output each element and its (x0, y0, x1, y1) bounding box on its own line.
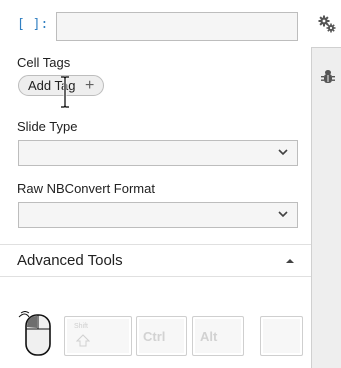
tab-property-inspector[interactable] (311, 0, 341, 48)
property-inspector-panel: [ ]: Cell Tags Add Tag + Slide Type Raw … (0, 0, 311, 368)
chevron-down-icon (278, 149, 288, 156)
gears-icon (318, 15, 336, 33)
blank-key (260, 316, 303, 356)
alt-key-label: Alt (200, 329, 218, 344)
ctrl-key-label: Ctrl (143, 329, 166, 344)
bug-icon (321, 70, 335, 83)
ctrl-key: Ctrl (136, 316, 187, 356)
cell-prompt-input[interactable] (56, 12, 298, 41)
caret-up-icon[interactable] (286, 258, 294, 263)
slide-type-select[interactable] (18, 140, 298, 166)
plus-icon[interactable]: + (85, 76, 94, 95)
shift-key-label: Shift (74, 323, 89, 330)
cell-tags-heading: Cell Tags (17, 55, 71, 70)
alt-key: Alt (192, 316, 244, 356)
chevron-down-icon (278, 211, 288, 218)
section-divider (0, 276, 311, 277)
raw-nbconvert-heading: Raw NBConvert Format (17, 181, 155, 196)
right-sidebar (311, 0, 341, 368)
advanced-tools-heading[interactable]: Advanced Tools (17, 252, 123, 269)
shift-arrow-icon (76, 334, 90, 347)
shift-key: Shift (64, 316, 132, 356)
mouse-icon (18, 311, 51, 356)
tab-debugger[interactable] (312, 60, 341, 100)
raw-nbconvert-select[interactable] (18, 202, 298, 228)
section-divider (0, 244, 311, 245)
text-cursor-icon (61, 76, 69, 108)
cell-prompt-label: [ ]: (17, 17, 49, 32)
slide-type-heading: Slide Type (17, 119, 78, 134)
